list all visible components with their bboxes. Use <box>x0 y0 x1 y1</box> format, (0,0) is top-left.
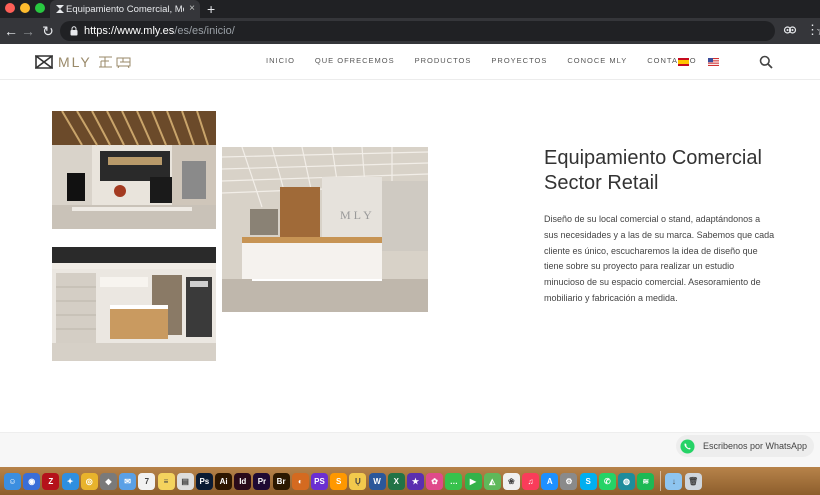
browser-tab-bar: Equipamiento Comercial, Mobil × + <box>0 0 820 18</box>
browser-tab-active[interactable]: Equipamiento Comercial, Mobil × <box>50 0 200 18</box>
nav-item-inicio[interactable]: INICIO <box>266 56 295 65</box>
app-pink-icon[interactable]: ✿ <box>426 472 444 490</box>
illustrator-icon[interactable]: Ai <box>215 472 233 490</box>
app-orange-icon[interactable]: ◐ <box>291 472 309 490</box>
safari-icon[interactable]: ✦ <box>61 472 79 490</box>
downloads-icon[interactable]: ↓ <box>665 472 683 490</box>
site-logo[interactable]: MLY <box>35 54 132 70</box>
indesign-icon[interactable]: Id <box>234 472 252 490</box>
spanish-flag-icon[interactable] <box>678 58 689 66</box>
site-header: MLY INICIO QUE OFRECEMOS PRODUCTOS PROYE… <box>0 44 820 80</box>
mly-favicon-icon <box>56 5 64 13</box>
app-teal-icon[interactable]: ◍ <box>618 472 635 490</box>
skype-icon[interactable]: S <box>579 472 597 490</box>
window-minimize-button[interactable] <box>20 3 30 13</box>
url-text: https://www.mly.es/es/es/inicio/ <box>84 24 235 38</box>
app-yellow-icon[interactable]: Ų <box>349 472 367 490</box>
hero-title-line-1: Equipamiento Comercial <box>544 147 762 169</box>
extension-owl-icon[interactable] <box>783 23 797 37</box>
trash-icon[interactable]: 🗑 <box>684 472 702 490</box>
logo-text: MLY <box>58 54 92 70</box>
finder-icon[interactable]: ☺ <box>4 472 21 490</box>
nav-item-productos[interactable]: PRODUCTOS <box>415 56 472 65</box>
phpstorm-icon[interactable]: PS <box>311 472 328 490</box>
whatsapp-icon <box>680 438 695 454</box>
whatsapp-label: Escribenos por WhatsApp <box>703 441 808 451</box>
new-tab-button[interactable]: + <box>207 0 215 18</box>
spotify-icon[interactable]: ≋ <box>637 472 655 490</box>
window-zoom-button[interactable] <box>35 3 45 13</box>
lock-icon <box>70 26 78 36</box>
bridge-icon[interactable]: Br <box>272 472 290 490</box>
back-button[interactable]: ← <box>3 23 19 39</box>
chrome-icon[interactable]: ◎ <box>80 472 98 490</box>
window-close-button[interactable] <box>5 3 15 13</box>
nav-item-proyectos[interactable]: PROYECTOS <box>491 56 547 65</box>
hero-description: Diseño de su local comercial o stand, ad… <box>544 214 775 303</box>
sublime-icon[interactable]: S <box>330 472 348 490</box>
forward-button[interactable]: → <box>20 23 36 39</box>
nav-item-contacto[interactable]: CONTACTO <box>647 56 696 65</box>
store-reception-photo: M L Y <box>222 147 428 312</box>
tab-close-icon[interactable]: × <box>189 3 195 15</box>
music-icon[interactable]: ♫ <box>522 472 540 490</box>
app-star-icon[interactable]: ★ <box>406 472 424 490</box>
mly-logo-mark-icon <box>35 55 53 69</box>
url-path: /es/es/inicio/ <box>174 25 235 37</box>
premiere-icon[interactable]: Pr <box>253 472 271 490</box>
messages-icon[interactable]: … <box>445 472 463 490</box>
svg-text:M L Y: M L Y <box>340 208 372 222</box>
store-interior-photo-2 <box>52 247 216 361</box>
logo-chinese-glyphs-icon <box>98 56 131 68</box>
address-bar[interactable]: https://www.mly.es/es/es/inicio/ ☆ <box>60 21 820 41</box>
calendar-icon[interactable]: 7 <box>138 472 156 490</box>
browser-toolbar: ← → ↻ https://www.mly.es/es/es/inicio/ ☆… <box>0 18 820 44</box>
hero-title: Equipamiento Comercial Sector Retail <box>544 146 794 196</box>
photoshop-icon[interactable]: Ps <box>195 472 213 490</box>
word-icon[interactable]: W <box>368 472 386 490</box>
macos-dock: ☺ ◉ Z ✦ ◎ ◆ ✉ 7 ≡ ▤ Ps Ai Id Pr Br ◐ PS S Ų W X ★ ✿… ▶ ◭ ❀ ♫ A ⚙ S ✆ ◍ ≋… <box>0 467 820 495</box>
reload-button[interactable]: ↻ <box>40 23 56 39</box>
system-prefs-icon[interactable]: ⚙ <box>560 472 578 490</box>
whatsapp-dock-icon[interactable]: ✆ <box>598 472 616 490</box>
mail-icon[interactable]: ✉ <box>119 472 137 490</box>
nav-item-que-ofrecemos[interactable]: QUE OFRECEMOS <box>315 56 395 65</box>
maps-icon[interactable]: ◭ <box>483 472 501 490</box>
preview-icon[interactable]: ▤ <box>176 472 194 490</box>
main-nav: INICIO QUE OFRECEMOS PRODUCTOS PROYECTOS… <box>266 56 717 65</box>
app-grey-icon[interactable]: ◆ <box>99 472 117 490</box>
search-icon[interactable] <box>759 55 773 69</box>
facetime-icon[interactable]: ▶ <box>464 472 482 490</box>
filezilla-icon[interactable]: Z <box>42 472 60 490</box>
dock-separator <box>660 471 662 491</box>
nav-item-conoce-mly[interactable]: CONOCE MLY <box>567 56 627 65</box>
browser-menu-icon[interactable]: ⋮ <box>806 22 819 38</box>
notes-icon[interactable]: ≡ <box>157 472 175 490</box>
photos-icon[interactable]: ❀ <box>502 472 520 490</box>
app-store-icon[interactable]: A <box>541 472 559 490</box>
store-interior-photo-1 <box>52 111 216 229</box>
hero-title-line-2: Sector Retail <box>544 172 659 194</box>
url-host: https://www.mly.es <box>84 25 175 37</box>
english-flag-icon[interactable] <box>708 58 719 66</box>
tab-title: Equipamiento Comercial, Mobil <box>66 3 184 15</box>
excel-icon[interactable]: X <box>387 472 405 490</box>
whatsapp-button[interactable]: Escribenos por WhatsApp <box>676 435 814 457</box>
app-blue-icon[interactable]: ◉ <box>23 472 41 490</box>
